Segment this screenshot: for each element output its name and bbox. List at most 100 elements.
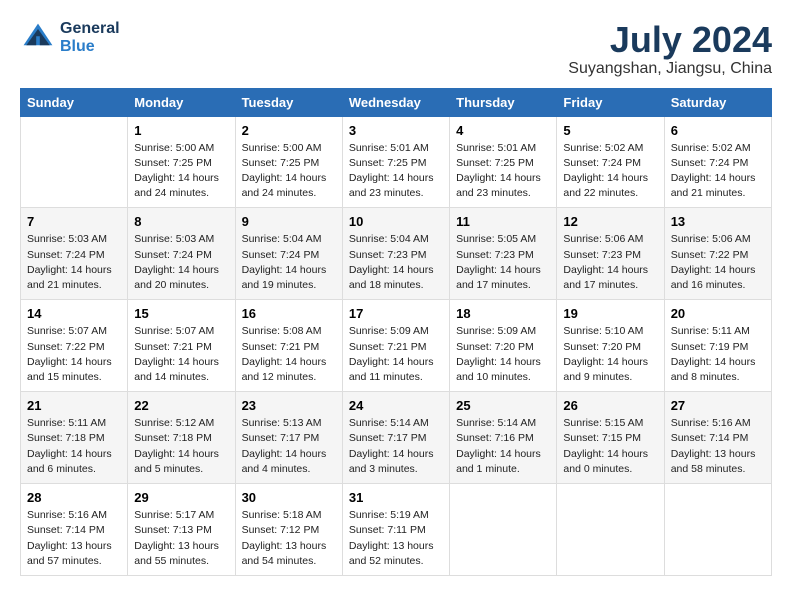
calendar-week-row: 14 Sunrise: 5:07 AM Sunset: 7:22 PM Dayli… (21, 300, 772, 392)
weekday-header-thursday: Thursday (450, 88, 557, 116)
calendar-cell: 12Sunrise: 5:06 AM Sunset: 7:23 PM Dayli… (557, 208, 664, 300)
page-header: General Blue July 2024 Suyangshan, Jiang… (20, 20, 772, 78)
weekday-header-wednesday: Wednesday (342, 88, 449, 116)
day-info: Sunrise: 5:07 AM Sunset: 7:22 PM Dayligh… (27, 324, 121, 385)
day-number: 22 (134, 398, 228, 413)
day-info: Sunrise: 5:13 AM Sunset: 7:17 PM Dayligh… (242, 416, 336, 477)
day-info: Sunrise: 5:16 AM Sunset: 7:14 PM Dayligh… (27, 508, 121, 569)
day-info: Sunrise: 5:16 AM Sunset: 7:14 PM Dayligh… (671, 416, 765, 477)
weekday-header-friday: Friday (557, 88, 664, 116)
weekday-header-monday: Monday (128, 88, 235, 116)
logo: General Blue (20, 20, 120, 56)
calendar-cell: 8Sunrise: 5:03 AM Sunset: 7:24 PM Daylig… (128, 208, 235, 300)
day-number: 23 (242, 398, 336, 413)
calendar-cell: 19Sunrise: 5:10 AM Sunset: 7:20 PM Dayli… (557, 300, 664, 392)
day-number: 14 (27, 306, 121, 321)
day-info: Sunrise: 5:06 AM Sunset: 7:23 PM Dayligh… (563, 232, 657, 293)
day-info: Sunrise: 5:00 AM Sunset: 7:25 PM Dayligh… (134, 141, 228, 202)
day-info: Sunrise: 5:03 AM Sunset: 7:24 PM Dayligh… (134, 232, 228, 293)
month-year: July 2024 (568, 20, 772, 60)
calendar-cell: 16 Sunrise: 5:08 AM Sunset: 7:21 PM Dayli… (235, 300, 342, 392)
day-info: Sunrise: 5:09 AM Sunset: 7:21 PM Dayligh… (349, 324, 443, 385)
calendar-cell: 6 Sunrise: 5:02 AM Sunset: 7:24 PM Daylig… (664, 116, 771, 208)
calendar-cell: 20Sunrise: 5:11 AM Sunset: 7:19 PM Dayli… (664, 300, 771, 392)
day-info: Sunrise: 5:09 AM Sunset: 7:20 PM Dayligh… (456, 324, 550, 385)
calendar-cell (21, 116, 128, 208)
calendar-cell: 25 Sunrise: 5:14 AM Sunset: 7:16 PM Dayli… (450, 392, 557, 484)
day-number: 28 (27, 490, 121, 505)
day-number: 26 (563, 398, 657, 413)
location: Suyangshan, Jiangsu, China (568, 60, 772, 78)
day-number: 30 (242, 490, 336, 505)
day-number: 21 (27, 398, 121, 413)
day-info: Sunrise: 5:01 AM Sunset: 7:25 PM Dayligh… (349, 141, 443, 202)
day-info: Sunrise: 5:10 AM Sunset: 7:20 PM Dayligh… (563, 324, 657, 385)
calendar-cell: 26Sunrise: 5:15 AM Sunset: 7:15 PM Dayli… (557, 392, 664, 484)
calendar-cell: 5 Sunrise: 5:02 AM Sunset: 7:24 PM Daylig… (557, 116, 664, 208)
calendar-cell: 28 Sunrise: 5:16 AM Sunset: 7:14 PM Dayli… (21, 484, 128, 576)
day-number: 27 (671, 398, 765, 413)
day-info: Sunrise: 5:00 AM Sunset: 7:25 PM Dayligh… (242, 141, 336, 202)
calendar-cell: 29 Sunrise: 5:17 AM Sunset: 7:13 PM Dayli… (128, 484, 235, 576)
day-info: Sunrise: 5:03 AM Sunset: 7:24 PM Dayligh… (27, 232, 121, 293)
calendar-cell: 14 Sunrise: 5:07 AM Sunset: 7:22 PM Dayli… (21, 300, 128, 392)
calendar-cell: 1 Sunrise: 5:00 AM Sunset: 7:25 PM Daylig… (128, 116, 235, 208)
day-info: Sunrise: 5:11 AM Sunset: 7:18 PM Dayligh… (27, 416, 121, 477)
calendar-cell: 27 Sunrise: 5:16 AM Sunset: 7:14 PM Dayli… (664, 392, 771, 484)
calendar-cell: 21 Sunrise: 5:11 AM Sunset: 7:18 PM Dayli… (21, 392, 128, 484)
day-number: 31 (349, 490, 443, 505)
day-info: Sunrise: 5:02 AM Sunset: 7:24 PM Dayligh… (671, 141, 765, 202)
day-number: 15 (134, 306, 228, 321)
logo-text: General Blue (60, 20, 120, 56)
day-info: Sunrise: 5:07 AM Sunset: 7:21 PM Dayligh… (134, 324, 228, 385)
calendar-cell (664, 484, 771, 576)
day-number: 29 (134, 490, 228, 505)
calendar-cell: 9Sunrise: 5:04 AM Sunset: 7:24 PM Daylig… (235, 208, 342, 300)
weekday-header-tuesday: Tuesday (235, 88, 342, 116)
calendar-week-row: 7Sunrise: 5:03 AM Sunset: 7:24 PM Daylig… (21, 208, 772, 300)
day-info: Sunrise: 5:14 AM Sunset: 7:16 PM Dayligh… (456, 416, 550, 477)
calendar-cell: 2 Sunrise: 5:00 AM Sunset: 7:25 PM Daylig… (235, 116, 342, 208)
day-number: 2 (242, 123, 336, 138)
calendar-cell: 13Sunrise: 5:06 AM Sunset: 7:22 PM Dayli… (664, 208, 771, 300)
calendar-cell: 24Sunrise: 5:14 AM Sunset: 7:17 PM Dayli… (342, 392, 449, 484)
calendar-cell: 4Sunrise: 5:01 AM Sunset: 7:25 PM Daylig… (450, 116, 557, 208)
day-info: Sunrise: 5:18 AM Sunset: 7:12 PM Dayligh… (242, 508, 336, 569)
day-info: Sunrise: 5:12 AM Sunset: 7:18 PM Dayligh… (134, 416, 228, 477)
day-info: Sunrise: 5:19 AM Sunset: 7:11 PM Dayligh… (349, 508, 443, 569)
day-number: 18 (456, 306, 550, 321)
day-number: 24 (349, 398, 443, 413)
calendar-cell: 22 Sunrise: 5:12 AM Sunset: 7:18 PM Dayli… (128, 392, 235, 484)
weekday-header-saturday: Saturday (664, 88, 771, 116)
weekday-header-sunday: Sunday (21, 88, 128, 116)
day-info: Sunrise: 5:06 AM Sunset: 7:22 PM Dayligh… (671, 232, 765, 293)
calendar-cell: 23 Sunrise: 5:13 AM Sunset: 7:17 PM Dayli… (235, 392, 342, 484)
day-number: 1 (134, 123, 228, 138)
day-number: 17 (349, 306, 443, 321)
day-number: 9 (242, 214, 336, 229)
day-number: 6 (671, 123, 765, 138)
day-number: 11 (456, 214, 550, 229)
calendar-cell (557, 484, 664, 576)
day-info: Sunrise: 5:04 AM Sunset: 7:23 PM Dayligh… (349, 232, 443, 293)
calendar-cell: 7Sunrise: 5:03 AM Sunset: 7:24 PM Daylig… (21, 208, 128, 300)
day-info: Sunrise: 5:08 AM Sunset: 7:21 PM Dayligh… (242, 324, 336, 385)
day-info: Sunrise: 5:01 AM Sunset: 7:25 PM Dayligh… (456, 141, 550, 202)
calendar-week-row: 21 Sunrise: 5:11 AM Sunset: 7:18 PM Dayli… (21, 392, 772, 484)
day-number: 25 (456, 398, 550, 413)
calendar-cell: 11 Sunrise: 5:05 AM Sunset: 7:23 PM Dayli… (450, 208, 557, 300)
calendar-cell: 18 Sunrise: 5:09 AM Sunset: 7:20 PM Dayli… (450, 300, 557, 392)
logo-icon (20, 20, 56, 56)
calendar-cell: 17 Sunrise: 5:09 AM Sunset: 7:21 PM Dayli… (342, 300, 449, 392)
day-number: 5 (563, 123, 657, 138)
day-info: Sunrise: 5:11 AM Sunset: 7:19 PM Dayligh… (671, 324, 765, 385)
day-number: 16 (242, 306, 336, 321)
day-info: Sunrise: 5:02 AM Sunset: 7:24 PM Dayligh… (563, 141, 657, 202)
title-block: July 2024 Suyangshan, Jiangsu, China (568, 20, 772, 78)
calendar-cell (450, 484, 557, 576)
calendar-cell: 10 Sunrise: 5:04 AM Sunset: 7:23 PM Dayli… (342, 208, 449, 300)
day-info: Sunrise: 5:17 AM Sunset: 7:13 PM Dayligh… (134, 508, 228, 569)
day-number: 10 (349, 214, 443, 229)
calendar-cell: 15 Sunrise: 5:07 AM Sunset: 7:21 PM Dayli… (128, 300, 235, 392)
day-info: Sunrise: 5:05 AM Sunset: 7:23 PM Dayligh… (456, 232, 550, 293)
